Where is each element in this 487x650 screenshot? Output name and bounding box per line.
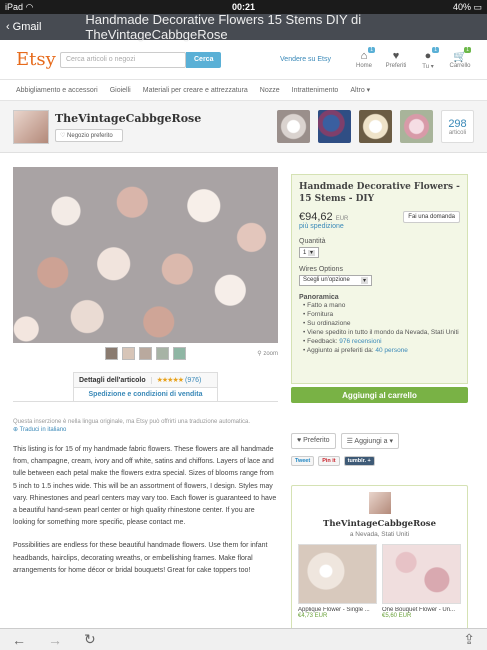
category-clothing[interactable]: Abbigliamento e accessori — [16, 87, 98, 94]
related-item-image[interactable] — [382, 544, 461, 604]
item-description: This listing is for 15 of my handmade fa… — [13, 444, 278, 577]
shop-avatar[interactable] — [13, 109, 49, 144]
etsy-logo[interactable]: Etsy — [16, 49, 60, 70]
heart-icon: ♡ — [60, 132, 68, 139]
page-title: Handmade Decorative Flowers 15 Stems DIY… — [85, 12, 362, 42]
chevron-left-icon: ‹ — [6, 21, 10, 33]
shop-item-count[interactable]: 298 articoli — [441, 110, 474, 143]
carrier-label: iPad ◠ — [5, 1, 34, 12]
translation-note: Questa inserzione è nella lingua origina… — [13, 418, 278, 434]
shop-header: TheVintageCabbgeRose ♡ Negozio preferito… — [0, 101, 487, 153]
star-rating-icon: ★★★★★ — [156, 377, 184, 384]
app-navbar: ‹ Gmail Handmade Decorative Flowers 15 St… — [0, 12, 487, 42]
translate-link[interactable]: ⊕ Traduci in italiano — [13, 426, 278, 434]
favorers-link[interactable]: 40 persone — [375, 347, 408, 354]
shop-image[interactable] — [400, 110, 433, 143]
you-menu-button[interactable]: 1 ● Tu ▾ — [417, 46, 439, 70]
purchase-box: Handmade Decorative Flowers - 15 Stems -… — [291, 174, 468, 384]
chevron-down-icon: ▾ — [308, 250, 316, 256]
shop-featured-images: 298 articoli — [277, 110, 474, 143]
search-button[interactable]: Cerca — [186, 51, 222, 68]
shop-image[interactable] — [359, 110, 392, 143]
pinterest-button[interactable]: Pin it — [318, 456, 340, 466]
heart-icon: ♥ — [392, 50, 400, 62]
battery-indicator: 40% ▭ — [452, 1, 482, 12]
overview-item: • Su ordinazione — [303, 320, 351, 327]
overview-item: • Fornitura — [303, 311, 334, 318]
wires-options-select[interactable]: Scegli un'opzione ▾ — [299, 275, 372, 286]
description-paragraph: This listing is for 15 of my handmade fa… — [13, 446, 277, 527]
thumbnail[interactable] — [105, 347, 118, 360]
shop-name[interactable]: TheVintageCabbgeRose — [55, 112, 201, 125]
related-item-price: €4,73 EUR — [298, 613, 328, 619]
add-to-list-button[interactable]: ☰ Aggiungi a ▾ — [340, 433, 399, 449]
quantity-label: Quantità — [299, 238, 326, 245]
category-jewelry[interactable]: Gioielli — [110, 87, 131, 94]
category-entertainment[interactable]: Intrattenimento — [292, 87, 339, 94]
add-to-cart-button[interactable]: Aggiungi al carrello — [291, 387, 468, 403]
shop-image[interactable] — [318, 110, 351, 143]
cart-button[interactable]: 1 🛒 Carrello — [449, 47, 471, 69]
tumblr-button[interactable]: tumblr. + — [343, 456, 375, 466]
zoom-button[interactable]: ⚲ zoom — [257, 350, 278, 357]
wires-options-label: Wires Options — [299, 266, 343, 273]
shipping-link[interactable]: più spedizione — [299, 223, 348, 230]
product-title: Handmade Decorative Flowers - 15 Stems -… — [299, 182, 460, 204]
product-price: €94,62 EUR — [299, 211, 349, 223]
user-icon: ● — [424, 49, 432, 62]
tab-reviews[interactable]: ★★★★★ (976) — [152, 376, 207, 384]
quantity-select[interactable]: 1 ▾ — [299, 247, 320, 258]
related-item[interactable]: One Bouquet Flower - Un... €5,60 EUR — [382, 544, 461, 619]
product-main-image[interactable] — [13, 167, 278, 343]
related-item-image[interactable] — [298, 544, 377, 604]
favorites-button[interactable]: ♥ Preferiti — [385, 50, 407, 69]
category-more[interactable]: Altro ▾ — [350, 86, 370, 94]
overview-heading: Panoramica — [299, 294, 339, 301]
favorite-button[interactable]: ♥ Preferito — [291, 433, 336, 449]
shop-name[interactable]: TheVintageCabbgeRose — [298, 519, 461, 529]
clock: 00:21 — [231, 2, 256, 12]
share-icon[interactable]: ⇪ — [463, 631, 475, 648]
category-weddings[interactable]: Nozze — [260, 87, 280, 94]
listing-main: ⚲ zoom Dettagli dell'articolo ★★★★★ (976)… — [0, 153, 487, 635]
home-icon: ⌂ — [360, 50, 368, 62]
shop-avatar[interactable] — [368, 492, 391, 514]
tweet-button[interactable]: Tweet — [291, 456, 315, 466]
description-paragraph: Possibilities are endless for these beau… — [13, 542, 268, 574]
search-input[interactable]: Cerca articoli o negozi — [60, 51, 186, 68]
tab-item-details[interactable]: Dettagli dell'articolo — [74, 376, 152, 384]
overview-item: • Feedback: 976 recensioni — [303, 338, 382, 345]
favorite-shop-button[interactable]: ♡ Negozio preferito — [55, 128, 123, 142]
category-nav: Abbigliamento e accessori Gioielli Mater… — [0, 80, 487, 101]
related-item-price: €5,60 EUR — [382, 613, 412, 619]
shop-info-box: TheVintageCabbgeRose a Nevada, Stati Uni… — [291, 485, 468, 635]
etsy-header: Etsy Cerca articoli o negozi Cerca Vende… — [0, 40, 487, 80]
image-thumbnails: ⚲ zoom — [13, 347, 278, 360]
thumbnail[interactable] — [122, 347, 135, 360]
category-craft-supplies[interactable]: Materiali per creare e attrezzatura — [143, 87, 248, 94]
shop-image[interactable] — [277, 110, 310, 143]
browser-toolbar: ← → ↻ ⇪ — [0, 628, 487, 650]
overview-item: • Viene spedito in tutto il mondo da Nev… — [303, 329, 459, 336]
tab-shipping-policies[interactable]: Spedizione e condizioni di vendita — [73, 387, 218, 402]
home-button[interactable]: 1 ⌂ Home — [353, 47, 375, 69]
overview-item: • Fatto a mano — [303, 302, 346, 309]
related-item[interactable]: Applique Flower - Single ... €4,73 EUR — [298, 544, 377, 619]
ask-question-button[interactable]: Fai una domanda — [403, 211, 460, 223]
sell-on-etsy-link[interactable]: Vendere su Etsy — [280, 56, 331, 63]
reload-icon[interactable]: ↻ — [84, 631, 96, 648]
back-to-gmail-button[interactable]: ‹ Gmail — [6, 21, 41, 33]
listing-tabs: Dettagli dell'articolo ★★★★★ (976) Spediz… — [73, 372, 218, 402]
tab-divider — [13, 401, 278, 402]
thumbnail[interactable] — [156, 347, 169, 360]
shop-location: a Nevada, Stati Uniti — [349, 531, 410, 538]
back-arrow-icon[interactable]: ← — [12, 632, 26, 648]
thumbnail[interactable] — [139, 347, 152, 360]
status-bar: iPad ◠ 00:21 40% ▭ — [0, 0, 487, 14]
chevron-down-icon: ▾ — [360, 277, 368, 284]
reviews-link[interactable]: 976 recensioni — [339, 338, 381, 345]
thumbnail[interactable] — [173, 347, 186, 360]
forward-arrow-icon[interactable]: → — [48, 632, 62, 648]
overview-item: • Aggiunto ai preferiti da: 40 persone — [303, 347, 408, 354]
